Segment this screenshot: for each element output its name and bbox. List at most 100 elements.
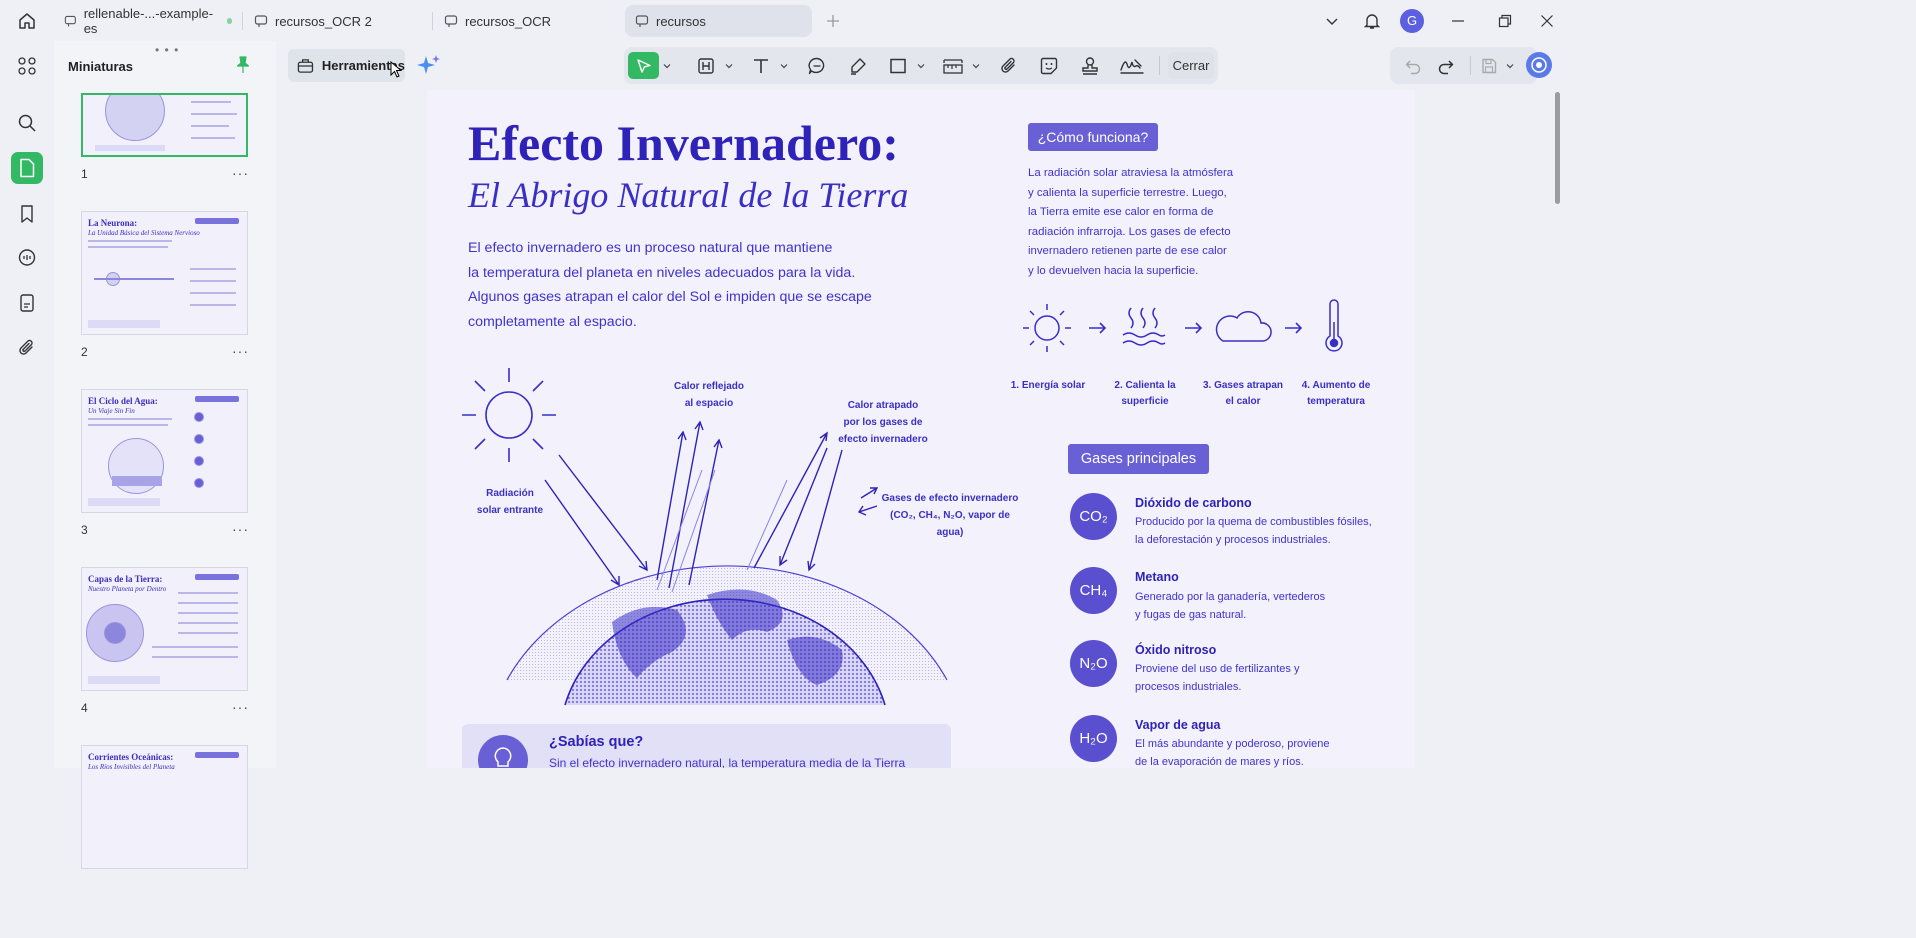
select-tool-button[interactable] xyxy=(628,52,659,79)
home-button[interactable] xyxy=(0,0,54,41)
thumbnail-title: Corrientes Oceánicas: xyxy=(88,752,174,762)
measure-tool-button[interactable] xyxy=(940,52,966,79)
mouse-cursor xyxy=(390,60,403,84)
bookmarks-button[interactable] xyxy=(11,198,43,230)
tab-recursos-ocr-2[interactable]: recursos_OCR 2 xyxy=(244,5,430,37)
document-canvas[interactable]: Efecto Invernadero: El Abrigo Natural de… xyxy=(280,90,1552,768)
redo-button[interactable] xyxy=(1433,52,1459,79)
step-2-label: 2. Calienta la superficie xyxy=(1099,378,1191,410)
signature-tool-button[interactable] xyxy=(1117,52,1147,79)
apps-button[interactable] xyxy=(11,50,43,82)
label-line: Gases de efecto invernadero xyxy=(881,493,1019,504)
close-window-button[interactable] xyxy=(1526,0,1568,41)
page-thumbnail-2[interactable]: La Neurona: La Unidad Básica del Sistema… xyxy=(81,211,248,335)
thumbnails-button[interactable] xyxy=(11,152,43,184)
thermometer-icon xyxy=(1325,299,1343,352)
sun-icon xyxy=(1023,304,1071,352)
text-tool-button[interactable] xyxy=(748,52,774,79)
close-icon xyxy=(1541,14,1553,27)
save-icon xyxy=(1482,58,1497,73)
page-thumbnail-5[interactable]: Corrientes Oceánicas: Los Ríos Invisible… xyxy=(81,745,248,869)
n2o-circle: N₂O xyxy=(1070,640,1117,687)
document-icon xyxy=(444,15,458,27)
restore-button[interactable] xyxy=(1484,0,1526,41)
search-button[interactable] xyxy=(11,107,43,139)
sticker-tool-button[interactable] xyxy=(1036,52,1062,79)
panel-resize-grip[interactable]: • • • xyxy=(155,43,179,57)
save-dropdown[interactable] xyxy=(1504,52,1516,79)
ai-assistant-button[interactable] xyxy=(416,53,442,84)
tab-divider xyxy=(432,12,433,30)
step-line: 3. Gases atrapan xyxy=(1202,380,1284,391)
process-steps-icons xyxy=(1023,299,1343,352)
shape-tool-button[interactable] xyxy=(885,52,911,79)
save-button[interactable] xyxy=(1476,52,1502,79)
thumbnail-title: Capas de la Tierra: xyxy=(88,574,163,584)
how-line: invernadero retienen parte de ese calor xyxy=(1028,245,1227,257)
cloud-icon xyxy=(1215,311,1272,342)
page-number: 3 xyxy=(81,523,88,537)
sticker-icon xyxy=(1040,57,1058,74)
page-thumbnail-3[interactable]: El Ciclo del Agua: Un Viaje Sin Fin xyxy=(81,389,248,513)
history-tools xyxy=(1390,47,1537,84)
thumbnail-more-button[interactable]: ··· xyxy=(232,699,249,715)
new-tab-button[interactable] xyxy=(822,10,844,32)
thumbnail-panel: • • • Miniaturas 1 ··· La Neurona: La Un… xyxy=(54,41,276,869)
chevron-down-icon xyxy=(917,63,925,68)
notifications-button[interactable] xyxy=(1352,0,1392,41)
comment-bubble-icon xyxy=(808,57,825,74)
text-box-dropdown[interactable] xyxy=(723,52,735,79)
chevron-down-icon xyxy=(1326,18,1338,25)
shape-tool-dropdown[interactable] xyxy=(915,52,927,79)
thumbnail-more-button[interactable]: ··· xyxy=(232,343,249,359)
copilot-button[interactable] xyxy=(1526,52,1552,78)
pin-icon xyxy=(236,56,250,73)
comment-icon xyxy=(18,249,36,266)
chevron-down-icon xyxy=(1506,63,1514,68)
comments-button[interactable] xyxy=(11,242,43,274)
text-tool-dropdown[interactable] xyxy=(778,52,790,79)
tab-list-button[interactable] xyxy=(1312,0,1352,41)
text-box-tool-button[interactable] xyxy=(693,52,719,79)
select-tool-dropdown[interactable] xyxy=(661,52,673,79)
user-avatar-button[interactable]: G xyxy=(1392,0,1432,41)
thumbnail-more-button[interactable]: ··· xyxy=(232,165,249,181)
fact-text: Sin el efecto invernadero natural, la te… xyxy=(549,756,906,768)
minimize-button[interactable] xyxy=(1432,0,1484,41)
intro-line: Algunos gases atrapan el calor del Sol e… xyxy=(468,289,872,305)
document-icon xyxy=(254,15,268,27)
forms-button[interactable] xyxy=(11,287,43,319)
tab-divider xyxy=(242,12,243,30)
attach-tool-button[interactable] xyxy=(996,52,1022,79)
pin-button[interactable] xyxy=(234,55,252,80)
sparkle-icon xyxy=(417,55,440,74)
desc-line: Generado por la ganadería, vertederos xyxy=(1135,591,1326,603)
home-icon xyxy=(19,12,35,29)
page-thumbnail-4[interactable]: Capas de la Tierra: Nuestro Planeta por … xyxy=(81,567,248,691)
plus-icon xyxy=(827,15,839,27)
thumbnail-more-button[interactable]: ··· xyxy=(232,521,249,537)
attachments-button[interactable] xyxy=(11,332,43,364)
intro-line: la temperatura del planeta en niveles ad… xyxy=(468,264,856,281)
tab-rellenable[interactable]: rellenable-...-example-es xyxy=(54,5,242,37)
intro-line: El efecto invernadero es un proceso natu… xyxy=(468,240,833,256)
page-number: 4 xyxy=(81,701,88,715)
intro-paragraph: El efecto invernadero es un proceso natu… xyxy=(468,236,888,334)
scrollbar-thumb[interactable] xyxy=(1555,92,1560,204)
tab-recursos[interactable]: recursos xyxy=(625,5,812,37)
comment-tool-button[interactable] xyxy=(804,52,830,79)
page-thumbnail-1[interactable] xyxy=(81,93,248,157)
pointer-icon xyxy=(636,58,651,73)
label-line: Radiación xyxy=(486,488,534,499)
tools-button[interactable]: Herramientas xyxy=(288,49,405,82)
measure-tool-dropdown[interactable] xyxy=(970,52,982,79)
toolbar-divider xyxy=(1159,56,1160,75)
thumbnail-title: El Ciclo del Agua: xyxy=(88,396,158,406)
step-4-label: 4. Aumento de temperatura xyxy=(1290,378,1382,410)
undo-button[interactable] xyxy=(1400,52,1426,79)
signature-icon xyxy=(1120,58,1144,74)
tab-recursos-ocr[interactable]: recursos_OCR xyxy=(434,5,620,37)
highlighter-tool-button[interactable] xyxy=(845,52,871,79)
close-tools-button[interactable]: Cerrar xyxy=(1168,52,1214,79)
stamp-tool-button[interactable] xyxy=(1077,52,1103,79)
